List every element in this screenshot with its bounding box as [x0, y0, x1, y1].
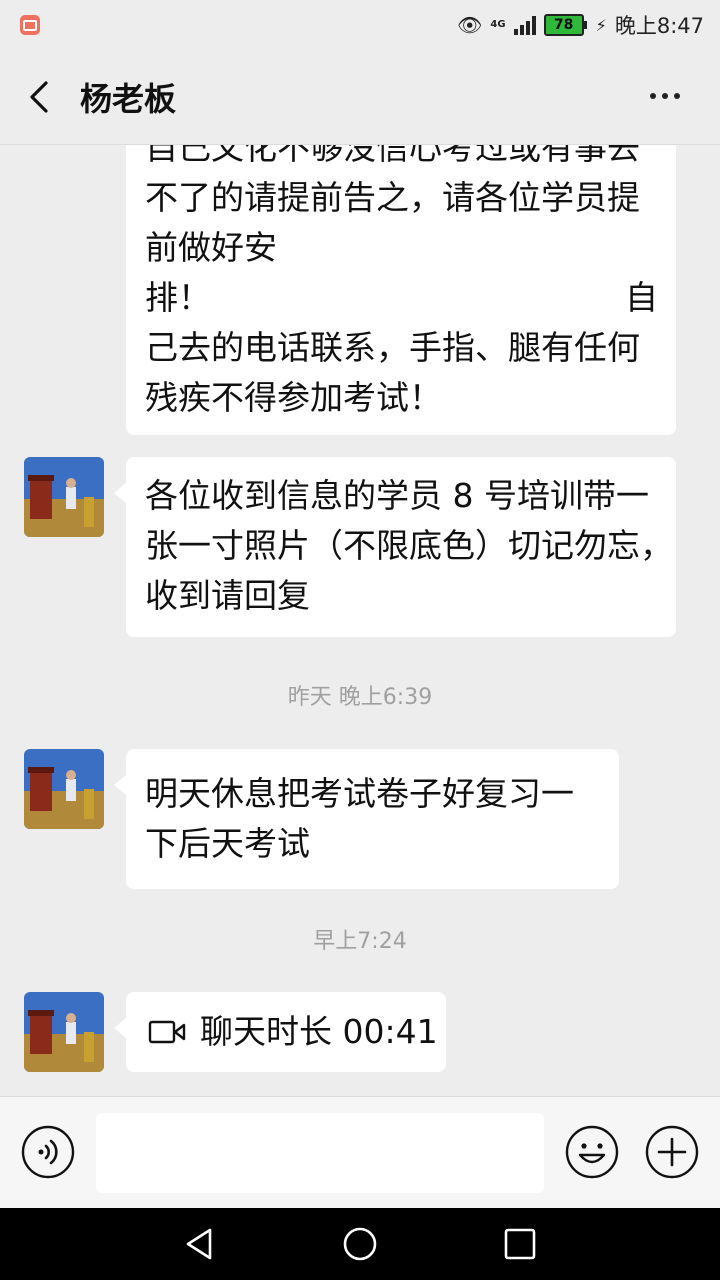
clock: 晚上8:47 [614, 14, 704, 38]
message-bubble[interactable]: 各位收到信息的学员 8 号培训带一 张一寸照片（不限底色）切记勿忘， 收到请回复 [114, 457, 676, 637]
message-line: 自己文化不够没信心考过或有事去 [145, 145, 640, 167]
network-type-label: 4G [490, 19, 506, 30]
dot-icon [674, 93, 680, 99]
video-call-record[interactable]: 聊天时长 00:41 [114, 992, 446, 1072]
voice-icon [21, 1125, 75, 1179]
chat-title: 杨老板 [80, 80, 177, 118]
emoji-button[interactable] [565, 1125, 619, 1179]
message-line: 不了的请提前告之，请各位学员提 [145, 178, 640, 217]
back-button[interactable] [6, 50, 70, 144]
message-line: 下后天考试 [145, 824, 310, 863]
battery-level: 78 [553, 17, 574, 33]
chevron-left-icon [30, 81, 48, 113]
message-timestamp: 昨天 晚上6:39 [287, 685, 433, 710]
app-notification-icon [20, 15, 40, 35]
system-recents-button[interactable] [502, 1226, 538, 1262]
voice-input-button[interactable] [21, 1125, 75, 1179]
dot-icon [650, 93, 656, 99]
eye-comfort-icon: 👁 [457, 13, 483, 37]
message-list[interactable]: 自己文化不够没信心考过或有事去 不了的请提前告之，请各位学员提 前做好安 排！ … [0, 145, 720, 1095]
sender-avatar[interactable] [24, 992, 104, 1072]
message-line: 排！ 自 [145, 273, 658, 323]
message-line: 己去的电话联系，手指、腿有任何 [145, 328, 640, 367]
message-text: 自 [625, 278, 658, 317]
chat-header: 杨老板 [0, 50, 720, 145]
message-line: 明天休息把考试卷子好复习一 [145, 774, 574, 813]
message-line: 各位收到信息的学员 8 号培训带一 [145, 476, 649, 515]
avatar-image [24, 992, 104, 1072]
circle-home-icon [343, 1227, 377, 1261]
message-line: 前做好安 [145, 228, 277, 267]
message-bubble[interactable]: 自己文化不够没信心考过或有事去 不了的请提前告之，请各位学员提 前做好安 排！ … [126, 145, 676, 435]
square-recents-icon [504, 1228, 536, 1260]
sender-avatar[interactable] [24, 457, 104, 537]
message-bubble[interactable]: 明天休息把考试卷子好复习一 下后天考试 [114, 749, 619, 889]
battery-icon: 78 [543, 14, 587, 36]
status-bar: 👁 4G 78 ⚡ 晚上8:47 [0, 0, 720, 50]
message-text: 排！ [145, 278, 211, 317]
avatar-image [24, 749, 104, 829]
message-timestamp: 早上7:24 [313, 929, 407, 954]
system-navigation-bar [0, 1208, 720, 1280]
call-duration-text: 聊天时长 00:41 [200, 1012, 438, 1051]
signal-icon [513, 15, 536, 35]
system-back-button[interactable] [182, 1226, 218, 1262]
avatar-image [24, 457, 104, 537]
message-line: 收到请回复 [145, 576, 310, 615]
emoji-icon [565, 1125, 619, 1179]
input-bar [0, 1096, 720, 1209]
video-call-icon [148, 1020, 186, 1044]
charging-icon: ⚡ [595, 15, 607, 35]
message-line: 残疾不得参加考试！ [145, 378, 442, 417]
message-line: 张一寸照片（不限底色）切记勿忘， [145, 526, 673, 565]
plus-icon [645, 1125, 699, 1179]
triangle-back-icon [186, 1228, 212, 1260]
dot-icon [662, 93, 668, 99]
system-home-button[interactable] [342, 1226, 378, 1262]
message-input[interactable] [96, 1113, 544, 1193]
more-functions-button[interactable] [645, 1125, 699, 1179]
sender-avatar[interactable] [24, 749, 104, 829]
more-options-button[interactable] [640, 78, 690, 114]
